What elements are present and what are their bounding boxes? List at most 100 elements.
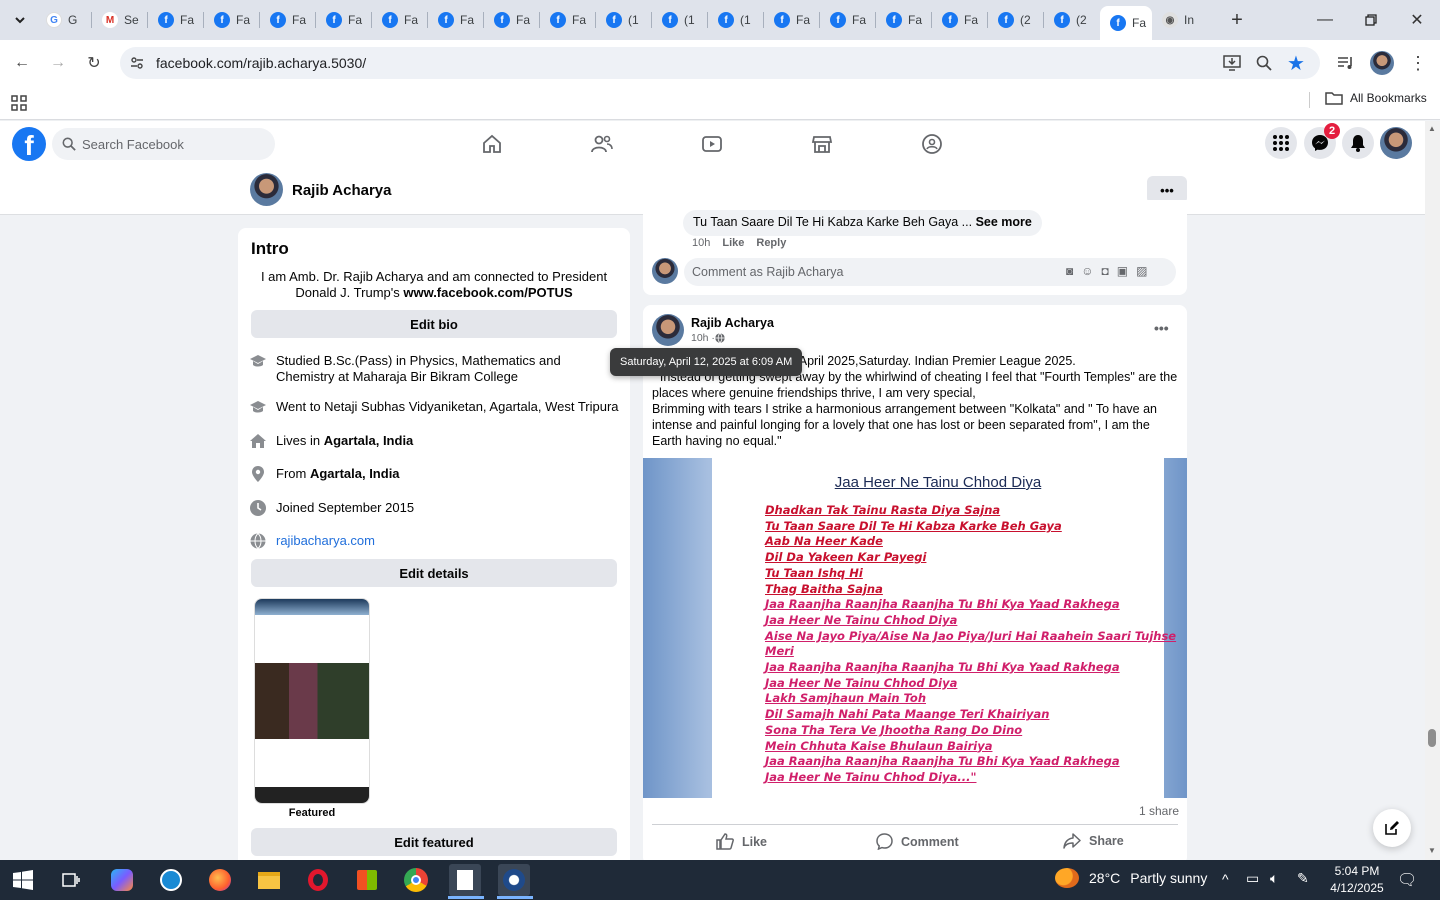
scroll-up-icon[interactable]: ▲ bbox=[1428, 124, 1436, 133]
comment-like-link[interactable]: Like bbox=[722, 237, 744, 249]
scrollbar-thumb[interactable] bbox=[1428, 729, 1436, 747]
tab-title: (1 bbox=[628, 13, 639, 27]
featured-story-thumbnail[interactable] bbox=[254, 598, 370, 804]
copilot-taskbar-icon[interactable] bbox=[106, 864, 138, 896]
comment-reply-link[interactable]: Reply bbox=[756, 237, 786, 249]
forward-button[interactable]: → bbox=[44, 49, 72, 77]
firefox-taskbar-icon[interactable] bbox=[204, 864, 236, 896]
profile-avatar[interactable] bbox=[1370, 51, 1394, 75]
nav-groups[interactable] bbox=[917, 129, 947, 159]
nav-video[interactable] bbox=[697, 129, 727, 159]
app-taskbar-icon[interactable] bbox=[498, 864, 530, 896]
browser-tab[interactable]: f Fa bbox=[148, 6, 204, 34]
browser-tab[interactable]: fFa✕ bbox=[1100, 6, 1152, 40]
nav-friends[interactable] bbox=[587, 129, 617, 159]
nav-marketplace[interactable] bbox=[807, 129, 837, 159]
profile-avatar-small[interactable] bbox=[250, 173, 283, 206]
emoji-icon[interactable]: ☺ bbox=[1081, 264, 1093, 278]
apps-button[interactable] bbox=[5, 89, 33, 117]
browser-tab[interactable]: ◉ In bbox=[1152, 6, 1208, 34]
start-button[interactable] bbox=[7, 864, 39, 896]
profile-name[interactable]: Rajib Acharya bbox=[292, 182, 392, 199]
browser-tab[interactable]: f (2 bbox=[988, 6, 1044, 34]
browser-tab[interactable]: f (1 bbox=[596, 6, 652, 34]
chrome-taskbar-icon[interactable] bbox=[400, 864, 432, 896]
post-share-button[interactable]: Share bbox=[1063, 833, 1124, 849]
share-count[interactable]: 1 share bbox=[1139, 804, 1179, 818]
zoom-button[interactable] bbox=[1250, 49, 1278, 77]
bio-link[interactable]: www.facebook.com/POTUS bbox=[403, 285, 572, 300]
address-bar[interactable]: facebook.com/rajib.acharya.5030/ bbox=[120, 47, 1320, 79]
browser-tab[interactable]: M Se bbox=[92, 6, 148, 34]
browser-tab[interactable]: f Fa bbox=[820, 6, 876, 34]
reload-button[interactable]: ↻ bbox=[80, 49, 108, 77]
browser-tab[interactable]: f Fa bbox=[540, 6, 596, 34]
intro-website-link[interactable]: rajibacharya.com bbox=[276, 533, 375, 549]
file-explorer-taskbar-icon[interactable] bbox=[253, 864, 285, 896]
edit-featured-button[interactable]: Edit featured bbox=[251, 828, 617, 856]
pen-icon[interactable]: ✎ bbox=[1297, 870, 1309, 887]
sticker-icon[interactable]: ▨ bbox=[1136, 264, 1147, 278]
bookmark-star-button[interactable]: ★ bbox=[1282, 49, 1310, 77]
new-message-button[interactable] bbox=[1373, 809, 1411, 847]
post-author-avatar[interactable] bbox=[652, 314, 684, 346]
camera-icon[interactable]: ◘ bbox=[1102, 264, 1109, 278]
scroll-down-icon[interactable]: ▼ bbox=[1428, 846, 1436, 855]
edit-details-button[interactable]: Edit details bbox=[251, 559, 617, 587]
browser-tab[interactable]: f Fa bbox=[204, 6, 260, 34]
back-button[interactable]: ← bbox=[8, 49, 36, 77]
lives-place[interactable]: Agartala, India bbox=[324, 433, 414, 448]
clock[interactable]: 5:04 PM 4/12/2025 bbox=[1322, 863, 1392, 897]
nav-home[interactable] bbox=[477, 129, 507, 159]
page-scrollbar[interactable]: ▲ ▼ bbox=[1425, 121, 1440, 860]
new-tab-button[interactable]: + bbox=[1222, 8, 1252, 32]
see-more-link[interactable]: See more bbox=[976, 215, 1032, 229]
browser-tab[interactable]: f Fa bbox=[932, 6, 988, 34]
notepad-taskbar-icon[interactable] bbox=[449, 864, 481, 896]
browser-tab[interactable]: f (1 bbox=[652, 6, 708, 34]
store-taskbar-icon[interactable] bbox=[351, 864, 383, 896]
from-place[interactable]: Agartala, India bbox=[310, 466, 400, 481]
menu-button[interactable] bbox=[1265, 127, 1297, 159]
post-author[interactable]: Rajib Acharya bbox=[691, 316, 774, 330]
account-avatar[interactable] bbox=[1380, 127, 1412, 159]
volume-icon[interactable]: 🔈︎ bbox=[1270, 870, 1278, 887]
install-app-button[interactable] bbox=[1218, 49, 1246, 77]
browser-tab[interactable]: f (2 bbox=[1044, 6, 1100, 34]
facebook-search-input[interactable]: Search Facebook bbox=[52, 128, 275, 160]
media-control-button[interactable] bbox=[1332, 49, 1360, 77]
tab-search-button[interactable] bbox=[5, 8, 35, 32]
browser-tab[interactable]: f Fa bbox=[764, 6, 820, 34]
notification-center-button[interactable]: 🗨︎ bbox=[1397, 870, 1417, 890]
avatar-sticker-icon[interactable]: ◙ bbox=[1066, 264, 1073, 278]
browser-menu-button[interactable]: ⋮ bbox=[1404, 49, 1432, 77]
facebook-logo[interactable]: f bbox=[12, 127, 46, 161]
site-settings-icon[interactable] bbox=[128, 56, 146, 70]
feedback-taskbar-icon[interactable] bbox=[155, 864, 187, 896]
browser-tab[interactable]: f (1 bbox=[708, 6, 764, 34]
maximize-button[interactable] bbox=[1356, 8, 1386, 32]
edit-bio-button[interactable]: Edit bio bbox=[251, 310, 617, 338]
post-comment-button[interactable]: Comment bbox=[876, 833, 959, 850]
actions-divider bbox=[652, 824, 1178, 825]
close-window-button[interactable]: ✕ bbox=[1402, 8, 1432, 32]
browser-tab[interactable]: f Fa bbox=[876, 6, 932, 34]
task-view-button[interactable] bbox=[55, 864, 87, 896]
notifications-button[interactable] bbox=[1342, 127, 1374, 159]
browser-tab[interactable]: GG bbox=[36, 6, 92, 34]
opera-taskbar-icon[interactable] bbox=[302, 864, 334, 896]
network-icon[interactable]: ▭ bbox=[1246, 870, 1259, 887]
post-like-button[interactable]: Like bbox=[716, 833, 767, 850]
browser-tab[interactable]: f Fa bbox=[372, 6, 428, 34]
browser-tab[interactable]: f Fa bbox=[260, 6, 316, 34]
minimize-button[interactable]: — bbox=[1310, 8, 1340, 32]
post-options-button[interactable]: ••• bbox=[1154, 320, 1169, 336]
browser-tab[interactable]: f Fa bbox=[316, 6, 372, 34]
post-time[interactable]: 10h · bbox=[691, 332, 715, 344]
browser-tab[interactable]: f Fa bbox=[484, 6, 540, 34]
gif-icon[interactable]: ▣ bbox=[1117, 264, 1128, 278]
weather-widget[interactable]: 28°C Partly sunny bbox=[1055, 868, 1207, 888]
all-bookmarks-button[interactable]: All Bookmarks bbox=[1325, 91, 1427, 105]
show-hidden-icons-button[interactable]: ^ bbox=[1222, 871, 1229, 887]
browser-tab[interactable]: f Fa bbox=[428, 6, 484, 34]
